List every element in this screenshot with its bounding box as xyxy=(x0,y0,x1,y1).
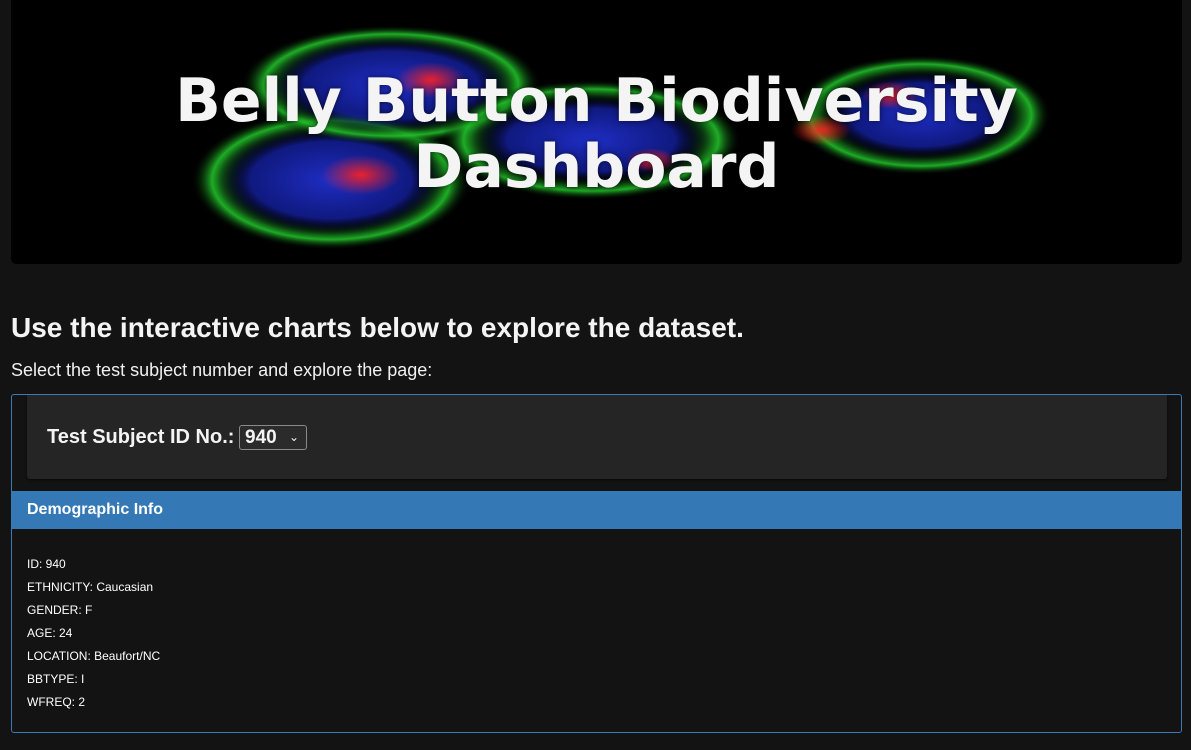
demographic-info-header: Demographic Info xyxy=(12,491,1181,529)
page-title-line1: Belly Button Biodiversity xyxy=(175,66,1018,136)
demographic-item-id: ID: 940 xyxy=(27,557,66,571)
chevron-down-icon: ⌄ xyxy=(288,430,299,444)
dashboard-panel: Test Subject ID No.: 940 ⌄ Demographic I… xyxy=(11,394,1182,733)
page-title-line2: Dashboard xyxy=(413,132,780,202)
page-title: Belly Button Biodiversity Dashboard xyxy=(11,68,1182,200)
intro-heading: Use the interactive charts below to expl… xyxy=(11,312,744,343)
demographic-info-title: Demographic Info xyxy=(27,501,164,518)
demographic-item-location: LOCATION: Beaufort/NC xyxy=(27,649,161,663)
demographic-item-gender: GENDER: F xyxy=(27,603,93,617)
demographic-item-age: AGE: 24 xyxy=(27,626,73,640)
subject-selector-label: Test Subject ID No.: xyxy=(47,426,235,448)
subject-id-select[interactable]: 940 ⌄ xyxy=(239,425,307,450)
intro-subheading: Select the test subject number and explo… xyxy=(11,360,433,380)
subject-selector-well: Test Subject ID No.: 940 ⌄ xyxy=(27,395,1167,479)
hero-banner: Belly Button Biodiversity Dashboard xyxy=(11,0,1182,264)
subject-id-value: 940 xyxy=(245,427,277,448)
demographic-item-ethnicity: ETHNICITY: Caucasian xyxy=(27,580,154,594)
demographic-item-bbtype: BBTYPE: I xyxy=(27,672,85,686)
demographic-info-list: ID: 940 ETHNICITY: Caucasian GENDER: F A… xyxy=(27,553,160,714)
demographic-item-wfreq: WFREQ: 2 xyxy=(27,695,86,709)
